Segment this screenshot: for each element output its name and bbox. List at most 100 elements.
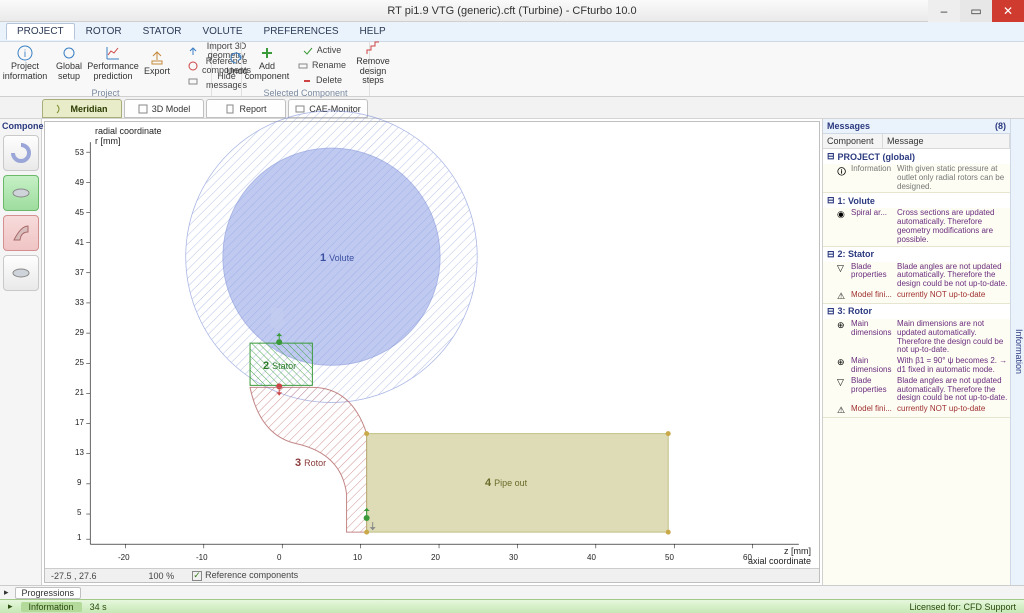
dimension-icon: ⊕ <box>837 320 847 355</box>
menu-volute[interactable]: VOLUTE <box>193 24 253 39</box>
ytick: 45 <box>75 208 84 217</box>
x-axis-label: axial coordinate <box>748 556 811 566</box>
ytick: 21 <box>75 388 84 397</box>
pipe-icon <box>10 262 32 284</box>
components-sidebar: Components <box>0 119 42 585</box>
xtick: 40 <box>587 553 596 562</box>
menu-stator[interactable]: STATOR <box>133 24 192 39</box>
msg-group-stator[interactable]: ⊟2: Stator <box>823 247 1010 262</box>
msg-group-volute[interactable]: ⊟1: Volute <box>823 193 1010 208</box>
component-pipe[interactable] <box>3 255 39 291</box>
menu-preferences[interactable]: PREFERENCES <box>254 24 349 39</box>
stator-num: 2 <box>263 360 269 372</box>
menu-help[interactable]: HELP <box>350 24 396 39</box>
progressions-tab[interactable]: Progressions <box>15 587 82 599</box>
bottom-tab-bar: ▸ Progressions <box>0 585 1024 599</box>
remove-steps-label: Remove design steps <box>354 57 392 85</box>
msg-group-project[interactable]: ⊟PROJECT (global) <box>823 149 1010 164</box>
minimize-button[interactable]: – <box>928 0 960 22</box>
msg-txt: currently NOT up-to-date <box>897 291 1008 302</box>
close-button[interactable]: ✕ <box>992 0 1024 22</box>
ytick: 37 <box>75 268 84 277</box>
xtick: 60 <box>743 553 752 562</box>
pipe-num: 4 <box>485 477 491 489</box>
msg-txt: Cross sections are updated automatically… <box>897 209 1008 244</box>
add-component-button[interactable]: Add component <box>248 44 286 82</box>
refcomp-checkbox[interactable] <box>192 571 202 581</box>
x-axis-unit: z [mm] <box>784 546 811 556</box>
menu-bar: PROJECT ROTOR STATOR VOLUTE PREFERENCES … <box>0 22 1024 42</box>
window-title: RT pi1.9 VTG (generic).cft (Turbine) - C… <box>387 5 636 17</box>
active-label: Active <box>317 46 342 55</box>
active-toggle[interactable]: Active <box>296 44 348 58</box>
cube-icon <box>138 104 148 114</box>
rename-label: Rename <box>312 61 346 70</box>
tab-meridian[interactable]: Meridian <box>42 99 122 118</box>
view-tab-strip: Meridian 3D Model Report CAE-Monitor <box>0 97 1024 119</box>
messages-panel: Messages(8) ComponentMessage ⊟PROJECT (g… <box>822 119 1024 585</box>
stator-label: 2Stator <box>263 360 296 372</box>
messages-body[interactable]: ⊟PROJECT (global) 🛈InformationWith given… <box>823 149 1010 585</box>
global-setup-label: Global setup <box>50 62 88 81</box>
rename-button[interactable]: Rename <box>296 59 348 73</box>
project-info-button[interactable]: iProject information <box>6 44 44 82</box>
ytick: 49 <box>75 178 84 187</box>
monitor-icon <box>295 104 305 114</box>
component-rotor[interactable] <box>3 215 39 251</box>
component-volute[interactable] <box>3 135 39 171</box>
components-title: Components <box>0 119 41 133</box>
y-axis-unit: r [mm] <box>95 136 121 146</box>
tab-report[interactable]: Report <box>206 99 286 118</box>
ytick: 29 <box>75 328 84 337</box>
zoom-value: 100 % <box>149 571 175 581</box>
global-setup-button[interactable]: Global setup <box>50 44 88 82</box>
msg-txt: currently NOT up-to-date <box>897 405 1008 416</box>
component-stator[interactable] <box>3 175 39 211</box>
performance-button[interactable]: Performance prediction <box>94 44 132 82</box>
msg-group-title: 3: Rotor <box>838 306 873 316</box>
collapse-icon: ⊟ <box>827 151 835 162</box>
cursor-coords: -27.5 , 27.6 <box>51 571 97 581</box>
menu-project[interactable]: PROJECT <box>6 23 75 40</box>
col-message: Message <box>883 134 1010 148</box>
meridian-plot <box>45 122 819 576</box>
expand-icon[interactable]: ▸ <box>8 601 13 612</box>
col-component: Component <box>823 134 883 148</box>
import-icon <box>188 46 198 56</box>
y-axis-label: radial coordinate <box>95 126 162 136</box>
canvas-status-bar: -27.5 , 27.6 100 % Reference components <box>45 568 819 582</box>
reference-icon <box>188 61 198 71</box>
stairs-icon <box>365 40 381 56</box>
messages-count: (8) <box>995 121 1006 131</box>
xtick: -10 <box>196 553 208 562</box>
pipe-label: 4Pipe out <box>485 477 527 489</box>
remove-steps-button[interactable]: Remove design steps <box>354 44 392 82</box>
title-bar: RT pi1.9 VTG (generic).cft (Turbine) - C… <box>0 0 1024 22</box>
msg-group-rotor[interactable]: ⊟3: Rotor <box>823 304 1010 319</box>
status-info-value: 34 s <box>90 602 107 612</box>
export-button[interactable]: Export <box>138 44 176 82</box>
information-side-tab[interactable]: Information <box>1010 119 1024 585</box>
minus-icon <box>302 76 312 86</box>
ytick: 5 <box>77 508 81 517</box>
menu-rotor[interactable]: ROTOR <box>76 24 132 39</box>
tab-3dmodel[interactable]: 3D Model <box>124 99 204 118</box>
doc-icon <box>225 104 235 114</box>
xtick: 0 <box>277 553 281 562</box>
delete-label: Delete <box>316 76 342 85</box>
delete-button[interactable]: Delete <box>296 74 348 88</box>
svg-text:i: i <box>24 49 26 60</box>
xtick: -20 <box>118 553 130 562</box>
collapse-icon: ⊟ <box>827 195 835 206</box>
chart-icon <box>105 45 121 61</box>
maximize-button[interactable]: ▭ <box>960 0 992 22</box>
performance-label: Performance prediction <box>87 62 139 81</box>
spiral-icon: ◉ <box>837 209 847 244</box>
ytick: 13 <box>75 448 84 457</box>
xtick: 10 <box>353 553 362 562</box>
expand-icon[interactable]: ▸ <box>4 587 9 598</box>
ytick: 17 <box>75 418 84 427</box>
meridian-canvas[interactable]: radial coordinate r [mm] z [mm] axial co… <box>44 121 820 583</box>
rotor-label: 3Rotor <box>295 457 326 469</box>
rotor-num: 3 <box>295 457 301 469</box>
